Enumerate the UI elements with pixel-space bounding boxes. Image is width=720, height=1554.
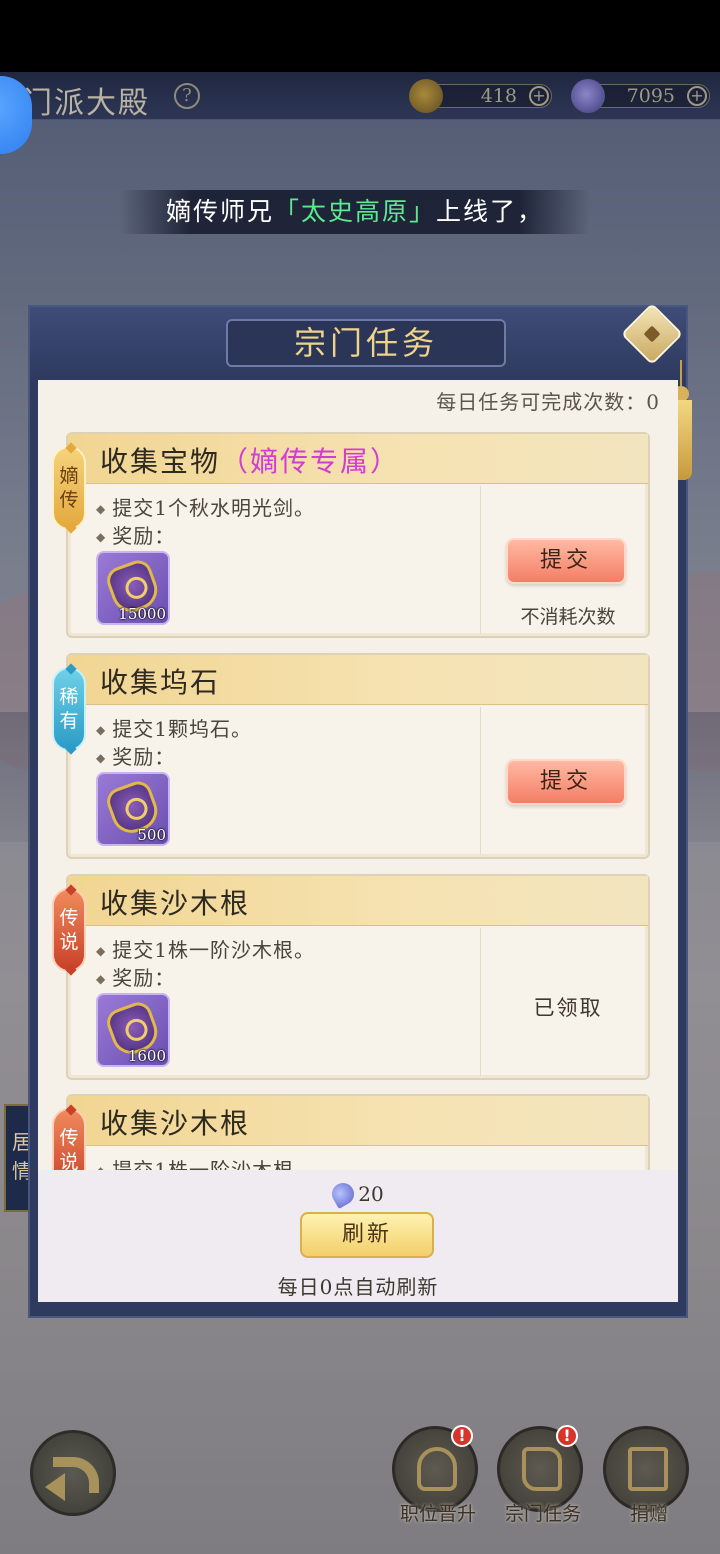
helmet-icon — [417, 1447, 457, 1491]
task-requirement: 提交1颗坞石。 — [96, 713, 252, 742]
page-title: 门派大殿 — [22, 86, 150, 121]
announcement-banner: 嫡传师兄「太史高原」上线了， — [120, 190, 590, 234]
reward-item[interactable]: 15000 — [96, 551, 170, 625]
gem-icon — [328, 1178, 359, 1210]
add-gem-button[interactable]: + — [687, 86, 707, 106]
reward-item[interactable]: 1600 — [96, 993, 170, 1067]
promotion-label: 职位晋升 — [399, 1503, 476, 1525]
task-title: 收集沙木根 — [100, 1107, 251, 1140]
alert-badge: ! — [556, 1425, 578, 1447]
reward-item[interactable]: 500 — [96, 772, 170, 846]
resource-bag: 418 + — [409, 79, 552, 113]
task-requirement: 提交1个秋水明光剑。 — [96, 492, 315, 521]
announcement-suffix: 上线了， — [436, 197, 545, 226]
refresh-footer: 20 刷新 每日0点自动刷新 — [38, 1170, 678, 1302]
task-requirement: 提交1株一阶沙木根。 — [96, 934, 315, 963]
gem-icon — [571, 79, 605, 113]
task-card: 收集坞石 提交1颗坞石。 奖励： 500 提交 稀有 — [52, 653, 650, 859]
task-title: 收集坞石 — [100, 666, 221, 699]
task-reward-label: 奖励： — [96, 962, 175, 991]
task-card: 收集沙木根 提交1株一阶沙木根。 奖励： 1600 已领取 传说 — [52, 874, 650, 1080]
daily-count-text: 每日任务可完成次数：0 — [436, 390, 660, 414]
claimed-status: 已领取 — [533, 996, 603, 1020]
task-list[interactable]: 每日任务可完成次数：0 收集宝物（嫡传专属） 提交1个秋水明光剑。 奖励： 15… — [38, 380, 678, 1302]
submit-button[interactable]: 提交 — [506, 759, 626, 805]
resource-bag-value: 418 — [480, 85, 517, 107]
promotion-button[interactable]: ! 职位晋升 — [392, 1425, 478, 1525]
rarity-tag: 嫡传 — [52, 446, 86, 530]
auto-refresh-note: 每日0点自动刷新 — [277, 1275, 439, 1299]
resource-gem-value: 7095 — [626, 85, 675, 107]
donate-label: 捐赠 — [629, 1503, 668, 1525]
rarity-tag: 稀有 — [52, 667, 86, 751]
sect-task-button[interactable]: ! 宗门任务 — [497, 1425, 583, 1525]
task-note: 不消耗次数 — [520, 606, 616, 628]
task-title: 收集宝物（嫡传专属） — [100, 445, 401, 478]
task-title: 收集沙木根 — [100, 887, 251, 920]
bag-icon — [409, 79, 443, 113]
sect-task-label: 宗门任务 — [504, 1503, 581, 1525]
add-bag-button[interactable]: + — [529, 86, 549, 106]
task-reward-label: 奖励： — [96, 520, 175, 549]
panel-title: 宗门任务 — [293, 324, 438, 362]
task-reward-label: 奖励： — [96, 741, 175, 770]
donate-button[interactable]: 捐赠 — [603, 1426, 689, 1525]
refresh-cost: 20 — [38, 1178, 678, 1210]
help-icon[interactable]: ? — [174, 83, 200, 109]
back-button[interactable] — [30, 1430, 116, 1516]
rarity-tag: 传说 — [52, 888, 86, 972]
scroll-icon — [522, 1447, 562, 1491]
submit-button[interactable]: 提交 — [506, 538, 626, 584]
refresh-button[interactable]: 刷新 — [300, 1212, 434, 1258]
task-card: 收集宝物（嫡传专属） 提交1个秋水明光剑。 奖励： 15000 提交 不消耗次数… — [52, 432, 650, 638]
resource-gem: 7095 + — [571, 79, 710, 113]
announcement-name: 「太史高原」 — [273, 197, 436, 226]
chest-icon — [628, 1447, 668, 1491]
announcement-prefix: 嫡传师兄 — [165, 197, 274, 226]
task-exclusive-label: （嫡传专属） — [220, 445, 401, 478]
alert-badge: ! — [451, 1425, 473, 1447]
